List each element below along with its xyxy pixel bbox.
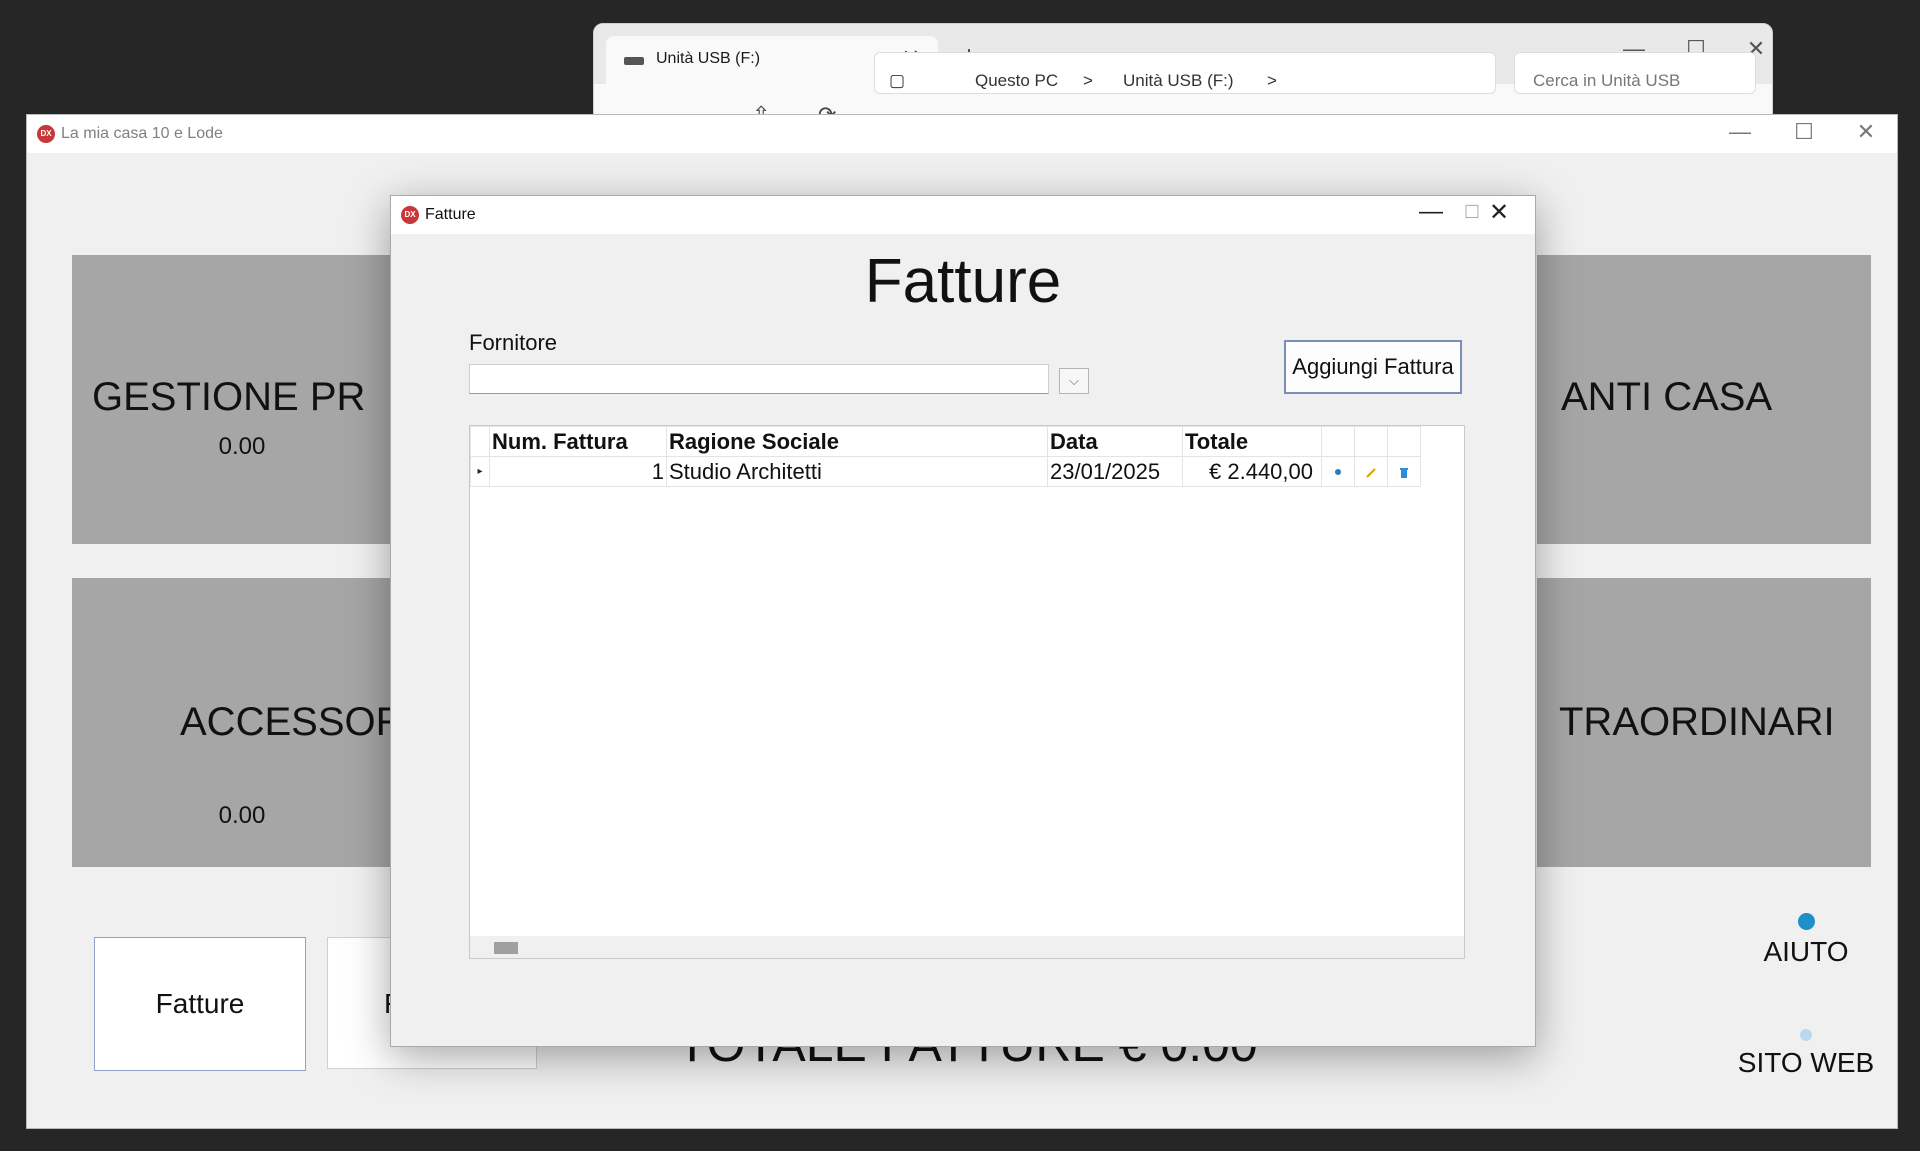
tile-gestione[interactable]: GESTIONE PR 0.00 — [72, 255, 392, 544]
help-icon — [1797, 913, 1815, 930]
dialog-close-button[interactable]: ✕ — [1471, 198, 1527, 227]
monitor-icon: ▢ — [889, 71, 906, 90]
explorer-search-box[interactable]: Cerca in Unità USB — [1514, 52, 1756, 94]
chevron-down-icon[interactable]: ⌵ — [1059, 368, 1089, 394]
search-placeholder: Cerca in Unità USB — [1533, 71, 1681, 90]
cell-ragione-sociale[interactable]: Studio Architetti — [666, 456, 1048, 487]
breadcrumb-separator: > — [1083, 71, 1093, 90]
tile-value: 0.00 — [218, 433, 266, 460]
delete-icon[interactable] — [1387, 456, 1421, 487]
globe-icon — [1800, 1029, 1812, 1041]
column-header-num-fattura[interactable]: Num. Fattura — [489, 426, 667, 457]
aiuto-label: AIUTO — [1763, 936, 1849, 967]
edit-icon[interactable] — [1354, 456, 1388, 487]
cell-data[interactable]: 23/01/2025 — [1047, 456, 1183, 487]
fornitore-label: Fornitore — [469, 330, 558, 355]
breadcrumb-separator: > — [1267, 71, 1277, 90]
scrollbar-thumb[interactable] — [494, 942, 518, 954]
dialog-title: Fatture — [425, 206, 476, 223]
tile-value: 0.00 — [218, 802, 266, 829]
icon-column-header — [1387, 426, 1421, 457]
dialog-titlebar: DX Fatture — ☐ ✕ — [391, 196, 1535, 234]
fatture-grid: Num. Fattura Ragione Sociale Data Totale… — [469, 425, 1465, 959]
main-window-title: La mia casa 10 e Lode — [61, 125, 223, 142]
aiuto-link[interactable]: AIUTO — [1726, 913, 1886, 968]
icon-column-header — [1321, 426, 1355, 457]
main-close-button[interactable]: ✕ — [1841, 119, 1891, 145]
dialog-logo-icon: DX — [401, 206, 419, 224]
usb-drive-icon — [624, 57, 644, 65]
dialog-minimize-button[interactable]: — — [1403, 198, 1459, 226]
sito-web-link[interactable]: SITO WEB — [1726, 1029, 1886, 1079]
breadcrumb-questo-pc[interactable]: Questo PC — [975, 71, 1058, 91]
table-row[interactable]: ▸ 1 Studio Architetti 23/01/2025 € 2.440… — [470, 456, 1421, 487]
add-fattura-button[interactable]: Aggiungi Fattura — [1284, 340, 1462, 394]
tile-accessori[interactable]: ACCESSORI 0.00 — [72, 578, 392, 867]
column-header-data[interactable]: Data — [1047, 426, 1183, 457]
fatture-button[interactable]: Fatture — [94, 937, 306, 1071]
explorer-tab-title: Unità USB (F:) — [656, 50, 761, 67]
page-title: Fatture — [864, 247, 1062, 316]
table-header-row: Num. Fattura Ragione Sociale Data Totale — [470, 426, 1421, 457]
sito-web-label: SITO WEB — [1737, 1047, 1875, 1078]
fornitore-field[interactable] — [469, 364, 1049, 394]
row-indicator-header — [470, 426, 490, 457]
cell-totale[interactable]: € 2.440,00 — [1182, 456, 1322, 487]
tile-straordinari[interactable]: TRAORDINARI — [1537, 578, 1871, 867]
main-minimize-button[interactable]: — — [1715, 119, 1765, 145]
fatture-table: Num. Fattura Ragione Sociale Data Totale… — [470, 426, 1421, 487]
tile-label: ANTI CASA — [1561, 375, 1773, 419]
column-header-ragione-sociale[interactable]: Ragione Sociale — [666, 426, 1048, 457]
tile-label: GESTIONE PR — [92, 375, 366, 419]
main-titlebar: DX La mia casa 10 e Lode — ☐ ✕ — [27, 115, 1897, 153]
fatture-dialog: DX Fatture — ☐ ✕ Fatture Fornitore ⌵ Agg… — [390, 195, 1536, 1047]
icon-column-header — [1354, 426, 1388, 457]
tile-anti-casa[interactable]: ANTI CASA — [1537, 255, 1871, 544]
cell-num-fattura[interactable]: 1 — [489, 456, 667, 487]
main-maximize-button[interactable]: ☐ — [1779, 119, 1829, 145]
horizontal-scrollbar[interactable] — [470, 936, 1464, 958]
address-bar[interactable]: ▢ Questo PC > Unità USB (F:) > — [874, 52, 1496, 94]
tile-label: TRAORDINARI — [1559, 700, 1835, 744]
view-icon[interactable] — [1321, 456, 1355, 487]
tile-label: ACCESSORI — [180, 700, 392, 744]
breadcrumb-usb-drive[interactable]: Unità USB (F:) — [1123, 71, 1234, 91]
column-header-totale[interactable]: Totale — [1182, 426, 1322, 457]
row-indicator-icon: ▸ — [470, 456, 490, 487]
app-logo-icon: DX — [37, 125, 55, 143]
